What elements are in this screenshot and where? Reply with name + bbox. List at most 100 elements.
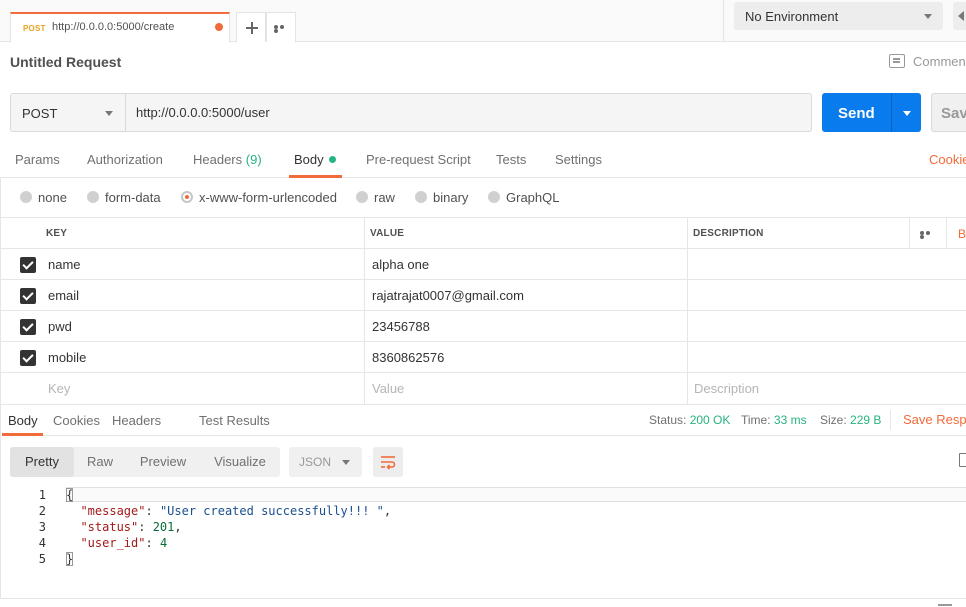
row-enabled-checkbox[interactable] bbox=[20, 350, 36, 366]
view-preview-button[interactable]: Preview bbox=[128, 447, 198, 477]
comment-icon[interactable] bbox=[889, 54, 905, 68]
time-readout: Time: 33 ms bbox=[741, 413, 807, 427]
tab-settings[interactable]: Settings bbox=[555, 152, 602, 167]
save-button[interactable]: Save bbox=[931, 93, 966, 132]
view-raw-button[interactable]: Raw bbox=[74, 447, 126, 477]
json-close-brace: } bbox=[66, 552, 74, 566]
row-key[interactable]: pwd bbox=[48, 319, 72, 334]
line-number: 2 bbox=[38, 504, 46, 518]
send-options-button[interactable] bbox=[891, 93, 921, 132]
tab-authorization[interactable]: Authorization bbox=[87, 152, 163, 167]
table-row: pwd 23456788 bbox=[0, 311, 966, 342]
new-tab-button[interactable] bbox=[236, 12, 266, 42]
response-tab-cookies[interactable]: Cookies bbox=[53, 413, 100, 428]
copy-icon[interactable] bbox=[959, 453, 966, 467]
active-line-highlight bbox=[66, 487, 966, 502]
radio-none-label: none bbox=[38, 190, 67, 205]
view-pretty-button[interactable]: Pretty bbox=[10, 447, 74, 477]
row-value[interactable]: 23456788 bbox=[372, 319, 430, 334]
line-number: 1 bbox=[38, 488, 46, 502]
tab-headers-count: (9) bbox=[245, 152, 262, 167]
resize-handle[interactable] bbox=[938, 604, 952, 606]
json-key: "user_id" bbox=[80, 536, 146, 550]
chevron-down-icon bbox=[924, 14, 932, 19]
radio-form-data-label: form-data bbox=[105, 190, 161, 205]
comments-button[interactable]: Comments bbox=[913, 54, 966, 69]
more-horizontal-icon bbox=[274, 25, 290, 33]
row-value[interactable]: 8360862576 bbox=[372, 350, 444, 365]
response-view-group: Pretty Raw Preview Visualize bbox=[10, 447, 280, 477]
time-label: Time: bbox=[741, 413, 771, 427]
line-number: 5 bbox=[38, 552, 46, 566]
tab-params[interactable]: Params bbox=[15, 152, 60, 167]
table-row: name alpha one bbox=[0, 249, 966, 280]
environment-quick-look-button[interactable] bbox=[953, 2, 966, 30]
tab-headers[interactable]: Headers (9) bbox=[193, 152, 262, 167]
wrap-lines-button[interactable] bbox=[373, 447, 403, 477]
response-tab-body[interactable]: Body bbox=[8, 413, 38, 428]
send-button[interactable]: Send bbox=[822, 93, 891, 132]
tab-body[interactable]: Body bbox=[294, 152, 336, 167]
column-divider bbox=[909, 218, 910, 249]
method-select[interactable]: POST bbox=[10, 93, 126, 132]
caret-left-icon bbox=[958, 11, 964, 21]
unsaved-dot-icon bbox=[215, 23, 223, 31]
row-value[interactable]: alpha one bbox=[372, 257, 429, 272]
time-value[interactable]: 33 ms bbox=[774, 413, 807, 427]
tab-tests[interactable]: Tests bbox=[496, 152, 526, 167]
new-value-input[interactable]: Value bbox=[372, 381, 404, 396]
environment-select[interactable]: No Environment bbox=[734, 2, 943, 30]
row-key[interactable]: email bbox=[48, 288, 79, 303]
response-tab-test-results[interactable]: Test Results bbox=[199, 413, 270, 428]
line-number: 4 bbox=[38, 536, 46, 550]
table-row-new: Key Value Description bbox=[0, 373, 966, 404]
size-value[interactable]: 229 B bbox=[850, 413, 881, 427]
save-response-button[interactable]: Save Response bbox=[903, 412, 966, 427]
row-key[interactable]: name bbox=[48, 257, 81, 272]
code-line: "message": "User created successfully!!!… bbox=[80, 504, 392, 518]
row-enabled-checkbox[interactable] bbox=[20, 257, 36, 273]
radio-graphql-label: GraphQL bbox=[506, 190, 560, 205]
tab-pre-request-script[interactable]: Pre-request Script bbox=[366, 152, 471, 167]
wrap-lines-icon bbox=[381, 456, 396, 470]
column-header-value: VALUE bbox=[370, 228, 405, 239]
tab-options-button[interactable] bbox=[266, 12, 296, 42]
response-tab-headers[interactable]: Headers bbox=[112, 413, 161, 428]
status-value[interactable]: 200 OK bbox=[690, 413, 731, 427]
cookies-link[interactable]: Cookies bbox=[929, 152, 966, 167]
request-tab[interactable]: POST http://0.0.0.0:5000/create bbox=[10, 12, 230, 42]
divider bbox=[0, 178, 1, 598]
row-key[interactable]: mobile bbox=[48, 350, 86, 365]
json-key: "status" bbox=[80, 520, 139, 534]
radio-circle-icon bbox=[488, 191, 500, 203]
divider bbox=[890, 410, 891, 430]
new-description-input[interactable]: Description bbox=[694, 381, 759, 396]
new-key-input[interactable]: Key bbox=[48, 381, 70, 396]
line-number: 3 bbox=[38, 520, 46, 534]
size-readout: Size: 229 B bbox=[820, 413, 881, 427]
body-type-selector: none form-data x-www-form-urlencoded raw… bbox=[0, 178, 966, 218]
table-row: mobile 8360862576 bbox=[0, 342, 966, 373]
view-visualize-button[interactable]: Visualize bbox=[204, 447, 276, 477]
response-body-viewer[interactable]: 1 2 3 4 5 { "message": "User created suc… bbox=[0, 487, 966, 597]
url-input[interactable] bbox=[125, 93, 812, 132]
json-key: "message" bbox=[80, 504, 146, 518]
environment-select-label: No Environment bbox=[745, 9, 839, 24]
radio-x-www-form-urlencoded-label: x-www-form-urlencoded bbox=[199, 190, 337, 205]
request-tab-url: http://0.0.0.0:5000/create bbox=[52, 21, 175, 33]
code-line: { bbox=[66, 487, 74, 503]
radio-raw-label: raw bbox=[374, 190, 395, 205]
body-indicator-icon bbox=[328, 156, 336, 163]
row-value[interactable]: rajatrajat0007@gmail.com bbox=[372, 288, 524, 303]
request-title[interactable]: Untitled Request bbox=[10, 54, 121, 70]
status-label: Status: bbox=[649, 413, 687, 427]
bulk-edit-link[interactable]: B bbox=[958, 227, 966, 241]
chevron-down-icon bbox=[903, 111, 911, 116]
kv-table-header: KEY VALUE DESCRIPTION B bbox=[0, 218, 966, 249]
more-horizontal-icon[interactable] bbox=[920, 231, 936, 239]
tab-body-label: Body bbox=[294, 152, 324, 167]
row-enabled-checkbox[interactable] bbox=[20, 288, 36, 304]
row-enabled-checkbox[interactable] bbox=[20, 319, 36, 335]
divider bbox=[0, 598, 966, 599]
format-select[interactable]: JSON bbox=[289, 447, 362, 477]
